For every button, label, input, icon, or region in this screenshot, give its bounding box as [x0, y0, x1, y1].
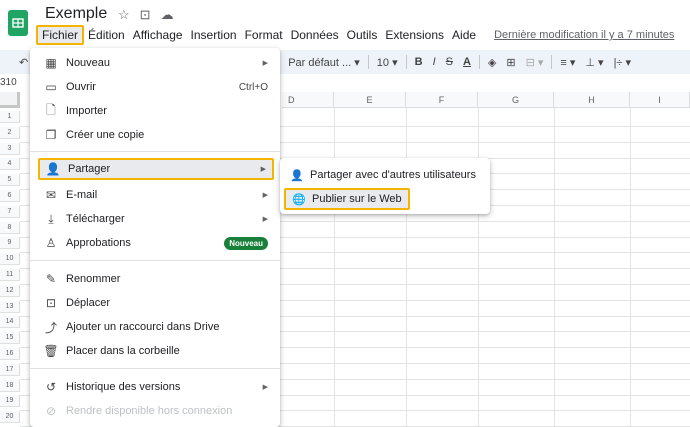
- import-file-icon: 🗋: [46, 102, 56, 117]
- document-title[interactable]: Exemple: [45, 5, 107, 23]
- row-header[interactable]: 3: [0, 142, 20, 155]
- globe-icon: 🌐: [292, 193, 306, 206]
- borders-icon[interactable]: ⊞: [501, 56, 520, 69]
- column-header[interactable]: H: [554, 92, 630, 108]
- column-header[interactable]: G: [478, 92, 554, 108]
- menu-item-hors-connexion: ⊘ Rendre disponible hors connexion: [45, 404, 233, 418]
- row-header[interactable]: 9: [0, 237, 20, 250]
- file-menu: ▦ Nouveau ▶ ▭ Ouvrir Ctrl+O 🗋 Importer ❐…: [30, 48, 280, 427]
- menu-item-corbeille[interactable]: 🗑 Placer dans la corbeille: [38, 340, 274, 362]
- cloud-status-icon[interactable]: ☁: [161, 7, 174, 23]
- submenu-arrow-icon: ▶: [262, 60, 268, 67]
- row-header[interactable]: 4: [0, 158, 20, 171]
- text-wrap-icon[interactable]: |÷ ▾: [609, 56, 636, 69]
- menu-bar: Fichier Édition Affichage Insertion Form…: [36, 25, 678, 45]
- row-header[interactable]: 18: [0, 379, 20, 392]
- trash-icon: 🗑: [43, 344, 59, 358]
- row-header[interactable]: 6: [0, 190, 20, 202]
- folder-icon: ▭: [45, 80, 57, 94]
- row-header[interactable]: 13: [0, 300, 20, 313]
- strikethrough-icon[interactable]: S: [441, 56, 458, 68]
- approvals-icon: ♙: [45, 236, 57, 250]
- row-header[interactable]: 8: [0, 221, 20, 234]
- merge-cells-icon[interactable]: ⊟ ▾: [521, 56, 549, 69]
- menu-affichage[interactable]: Affichage: [129, 28, 187, 42]
- row-header[interactable]: 5: [0, 174, 20, 187]
- row-header[interactable]: 16: [0, 348, 20, 360]
- star-icon[interactable]: ☆: [118, 7, 130, 23]
- submenu-arrow-icon: ▶: [262, 216, 268, 223]
- offline-icon: ⊘: [45, 404, 57, 418]
- fill-color-icon[interactable]: ◈: [483, 56, 501, 69]
- menu-item-partager[interactable]: 👤 Partager ▶: [38, 158, 274, 180]
- mail-icon: ✉: [45, 188, 57, 202]
- new-badge: Nouveau: [224, 236, 268, 250]
- menu-item-importer[interactable]: 🗋 Importer: [38, 100, 274, 122]
- new-sheet-icon: ▦: [45, 56, 57, 70]
- column-header[interactable]: I: [630, 92, 690, 108]
- name-box[interactable]: 310: [0, 74, 20, 92]
- font-family-select[interactable]: Par défaut ... ▾: [283, 56, 365, 69]
- menu-extensions[interactable]: Extensions: [381, 28, 448, 42]
- menu-donnees[interactable]: Données: [287, 28, 343, 42]
- submenu-arrow-icon: ▶: [260, 166, 266, 173]
- last-modified-link[interactable]: Dernière modification il y a 7 minutes: [490, 29, 678, 41]
- download-icon: ⤓: [48, 211, 54, 226]
- row-header[interactable]: 1: [0, 111, 20, 123]
- row-header[interactable]: 10: [0, 253, 20, 266]
- menu-item-historique[interactable]: ↺ Historique des versions ▶: [38, 376, 274, 398]
- share-person-add-icon: 👤: [45, 162, 61, 176]
- drive-shortcut-icon: ⤴: [44, 320, 57, 335]
- rename-pencil-icon: ✎: [45, 272, 57, 286]
- menu-item-raccourci[interactable]: ⤴ Ajouter un raccourci dans Drive: [38, 316, 274, 338]
- share-submenu: 👤 Partager avec d'autres utilisateurs 🌐 …: [280, 158, 490, 214]
- menu-item-deplacer[interactable]: ⊡ Déplacer: [38, 292, 274, 314]
- menu-aide[interactable]: Aide: [448, 28, 480, 42]
- menu-item-renommer[interactable]: ✎ Renommer: [38, 268, 274, 290]
- move-folder-icon: ⊡: [45, 296, 57, 310]
- row-header[interactable]: 19: [0, 395, 20, 408]
- menu-format[interactable]: Format: [241, 28, 287, 42]
- menu-item-approbations[interactable]: ♙ Approbations Nouveau: [38, 232, 274, 254]
- history-icon: ↺: [45, 380, 57, 394]
- move-folder-icon[interactable]: ⊡: [140, 7, 151, 23]
- row-header[interactable]: 2: [0, 126, 20, 139]
- column-header[interactable]: F: [406, 92, 478, 108]
- menu-fichier[interactable]: Fichier: [36, 25, 85, 45]
- row-header[interactable]: 17: [0, 363, 20, 376]
- menu-insertion[interactable]: Insertion: [187, 28, 241, 42]
- menu-outils[interactable]: Outils: [343, 28, 382, 42]
- align-vertical-icon[interactable]: ⊥ ▾: [580, 56, 608, 69]
- menu-item-telecharger[interactable]: ⤓ Télécharger ▶: [38, 208, 274, 230]
- menu-item-nouveau[interactable]: ▦ Nouveau ▶: [38, 52, 274, 74]
- submenu-arrow-icon: ▶: [262, 384, 268, 391]
- row-header[interactable]: 14: [0, 316, 20, 329]
- row-header[interactable]: 15: [0, 332, 20, 345]
- row-header[interactable]: 20: [0, 411, 20, 424]
- row-header[interactable]: 12: [0, 284, 20, 297]
- bold-icon[interactable]: B: [410, 56, 428, 68]
- row-header[interactable]: 11: [0, 269, 20, 281]
- menu-item-email[interactable]: ✉ E-mail ▶: [38, 184, 274, 206]
- column-header[interactable]: D: [282, 92, 334, 108]
- select-all-corner[interactable]: [0, 92, 20, 108]
- submenu-arrow-icon: ▶: [262, 192, 268, 199]
- menu-edition[interactable]: Édition: [84, 28, 129, 42]
- column-header[interactable]: E: [334, 92, 406, 108]
- share-person-add-icon: 👤: [290, 169, 304, 182]
- copy-icon: ❐: [45, 128, 57, 142]
- row-header[interactable]: 7: [0, 205, 20, 218]
- italic-icon[interactable]: I: [428, 56, 441, 68]
- align-horizontal-icon[interactable]: ≡ ▾: [555, 56, 580, 69]
- font-size-select[interactable]: 10 ▾: [372, 56, 403, 69]
- text-color-icon[interactable]: A: [458, 56, 476, 68]
- submenu-item-partager-autres[interactable]: 👤 Partager avec d'autres utilisateurs: [284, 164, 476, 186]
- menu-item-creer-copie[interactable]: ❐ Créer une copie: [38, 124, 274, 146]
- submenu-item-publier-web[interactable]: 🌐 Publier sur le Web: [284, 188, 410, 210]
- sheets-logo-icon[interactable]: [8, 10, 28, 36]
- menu-item-ouvrir[interactable]: ▭ Ouvrir Ctrl+O: [38, 76, 274, 98]
